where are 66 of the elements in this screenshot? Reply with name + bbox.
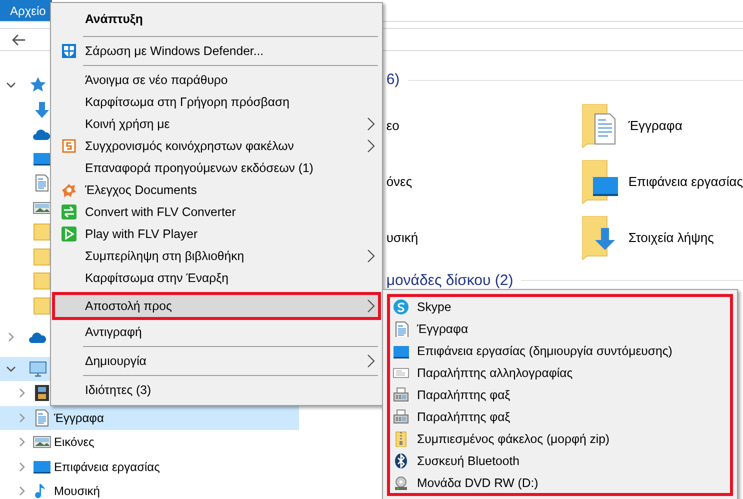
film-icon [33, 384, 51, 402]
zip-folder-icon [393, 431, 409, 447]
menu-item[interactable]: Συμπιεσμένος φάκελος (μορφή zip) [391, 428, 729, 450]
folder-icon [33, 248, 51, 266]
item-label[interactable]: Επιφάνεια εργασίας [628, 172, 743, 192]
antivirus-icon [61, 182, 77, 198]
folder-icon [33, 223, 51, 242]
menu-item[interactable]: Δημιουργία [53, 350, 380, 372]
play-icon [61, 226, 77, 242]
tree-row-highlight[interactable]: Έγγραφα [0, 406, 300, 430]
tree-label[interactable]: Εικόνες [54, 433, 94, 452]
menu-item[interactable]: Αντιγραφή [53, 321, 380, 343]
menu-item[interactable]: Επαναφορά προηγούμενων εκδόσεων (1) [53, 157, 380, 179]
menu-item[interactable]: Καρφίτσωμα στη Γρήγορη πρόσβαση [53, 91, 380, 113]
fax-icon [393, 409, 409, 425]
menu-item[interactable]: Skype [391, 296, 729, 318]
tree-label[interactable]: Μουσική [54, 482, 100, 499]
menu-item[interactable]: Αποστολή προς [53, 293, 380, 319]
menu-item[interactable]: Σάρωση με Windows Defender... [53, 40, 380, 62]
document-icon [33, 174, 51, 192]
menu-item[interactable]: Κοινή χρήση με [53, 113, 380, 135]
item-label[interactable]: υσική [386, 228, 418, 248]
back-arrow-icon[interactable] [12, 34, 26, 46]
down-arrow-icon [33, 100, 51, 119]
menu-item[interactable]: Παραλήπτης φαξ [391, 384, 729, 406]
monitor-icon [393, 343, 409, 359]
tree-label[interactable]: Έγγραφα [54, 408, 104, 427]
menu-item[interactable]: Συγχρονισμός κοινόχρηστων φακέλων [53, 135, 380, 157]
item-label[interactable]: Στοιχεία λήψης [628, 228, 714, 248]
menu-item[interactable]: Επιφάνεια εργασίας (δημιουργία συντόμευσης) [391, 340, 729, 362]
shield-icon [61, 43, 77, 59]
document-icon [393, 321, 409, 337]
folder-icon [33, 296, 51, 315]
folder-icon [33, 272, 51, 290]
convert-icon [61, 204, 77, 220]
document-icon [33, 408, 51, 427]
menu-item[interactable]: Play with FLV Player [53, 223, 380, 245]
disc-drive-icon [393, 475, 409, 491]
menu-item[interactable]: Έλεγχος Documents [53, 179, 380, 201]
fax-icon [393, 387, 409, 403]
folder-icon[interactable] [582, 160, 618, 204]
menu-header[interactable]: Ανάπτυξη [53, 5, 380, 33]
folder-icon[interactable] [582, 104, 618, 148]
menu-item[interactable]: Καρφίτσωμα στην Έναρξη [53, 267, 380, 289]
menu-item[interactable]: Συμπερίληψη στη βιβλιοθήκη [53, 245, 380, 267]
menu-item[interactable]: Παραλήπτης αλληλογραφίας [391, 362, 729, 384]
tree-label[interactable]: Επιφάνεια εργασίας [54, 458, 160, 476]
menu-item[interactable]: Convert with FLV Converter [53, 201, 380, 223]
menu-item[interactable]: Συσκευή Bluetooth [391, 450, 729, 472]
skype-icon [393, 299, 409, 315]
section-header[interactable]: 6) [386, 69, 400, 92]
bluetooth-icon [393, 453, 409, 469]
star-icon [29, 76, 47, 94]
menu-item[interactable]: Άνοιγμα σε νέο παράθυρο [53, 69, 380, 91]
section-header[interactable]: μονάδες δίσκου (2) [386, 270, 514, 292]
sync-icon [61, 138, 77, 154]
item-label[interactable]: εο [386, 116, 400, 136]
menu-item[interactable]: Παραλήπτης φαξ [391, 406, 729, 428]
envelope-icon [393, 365, 409, 381]
menu-item[interactable]: Ιδιότητες (3) [53, 379, 380, 401]
menu-item[interactable]: Έγγραφα [391, 318, 729, 340]
file-tab[interactable]: Αρχείο [0, 0, 52, 21]
menu-item[interactable]: Μονάδα DVD RW (D:) [391, 472, 729, 494]
item-label[interactable]: όνες [386, 172, 412, 192]
computer-icon [29, 360, 47, 378]
item-label[interactable]: Έγγραφα [628, 116, 682, 136]
